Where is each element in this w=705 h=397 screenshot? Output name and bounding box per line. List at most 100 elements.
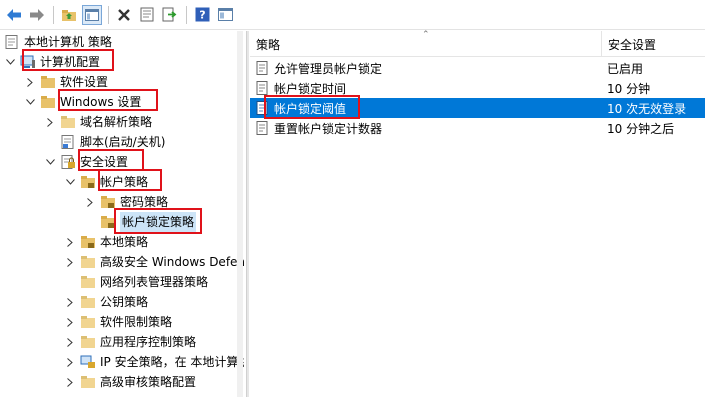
policy-name: 重置帐户锁定计数器	[274, 121, 383, 136]
folder-icon	[81, 316, 95, 328]
up-folder-icon[interactable]	[59, 5, 79, 25]
chevron-right-icon[interactable]	[64, 236, 76, 248]
list-row-lockout-threshold[interactable]: 帐户锁定阈值 10 次无效登录	[250, 98, 705, 118]
folder-icon	[41, 96, 55, 108]
folder-icon	[81, 256, 95, 268]
tree-item-scripts[interactable]: 脚本(启动/关机)	[60, 132, 165, 152]
export-icon[interactable]	[160, 5, 180, 25]
toolbar-separator	[186, 5, 187, 24]
console-tree: 本地计算机 策略 计算机配置 软件设置 Windows 设置 域名解析策略 脚本…	[0, 31, 244, 397]
tree-item-password-policy[interactable]: 密码策略	[84, 192, 168, 212]
policy-name: 允许管理员帐户锁定	[274, 61, 383, 76]
list-header: 策略 ⌃ 安全设置	[250, 30, 705, 57]
tree-label: 本地策略	[100, 235, 149, 249]
chevron-right-icon[interactable]	[64, 316, 76, 328]
column-header-setting[interactable]: 安全设置	[602, 31, 705, 57]
tree-item-security-settings[interactable]: 安全设置	[44, 152, 128, 172]
tree-item-local-policy[interactable]: 本地计算机 策略	[4, 32, 112, 52]
setting-value: 10 分钟	[607, 81, 651, 96]
tree-label: 网络列表管理器策略	[100, 275, 209, 289]
tree-label: 高级审核策略配置	[100, 375, 197, 389]
policy-setting-icon	[256, 121, 268, 135]
tree-item-account-policies[interactable]: 帐户策略	[64, 172, 148, 192]
folder-icon	[81, 296, 95, 308]
column-header-label: 策略	[256, 37, 281, 52]
tree-item-dns-policy[interactable]: 域名解析策略	[44, 112, 152, 132]
back-icon[interactable]	[4, 5, 24, 25]
setting-value: 已启用	[607, 61, 644, 76]
policy-setting-icon	[256, 61, 268, 75]
tree-item-computer-config[interactable]: 计算机配置	[4, 52, 100, 72]
security-settings-icon	[61, 155, 75, 169]
toolbar: ?	[0, 0, 705, 30]
folder-icon	[61, 116, 75, 128]
delete-icon[interactable]	[114, 5, 134, 25]
list-row-lockout-duration[interactable]: 帐户锁定时间 10 分钟	[250, 78, 705, 98]
chevron-right-icon[interactable]	[24, 76, 36, 88]
tree-item-local-policies[interactable]: 本地策略	[64, 232, 148, 252]
chevron-right-icon[interactable]	[84, 196, 96, 208]
tree-label: 计算机配置	[40, 55, 101, 69]
chevron-down-icon[interactable]	[24, 96, 36, 108]
policy-name: 帐户锁定阈值	[274, 101, 347, 116]
tree-label: 帐户锁定策略	[120, 212, 197, 232]
chevron-right-icon[interactable]	[64, 376, 76, 388]
locked-folder-icon	[101, 196, 115, 208]
chevron-right-icon[interactable]	[64, 256, 76, 268]
toolbar-separator	[108, 5, 109, 24]
mmc-icon[interactable]	[215, 5, 235, 25]
tree-item-advanced-audit[interactable]: 高级审核策略配置	[64, 372, 196, 392]
policy-document-icon	[5, 35, 18, 49]
policy-cell: 帐户锁定时间	[256, 80, 346, 97]
tree-scrollbar[interactable]	[237, 31, 243, 397]
tree-label: 域名解析策略	[80, 115, 153, 129]
chevron-down-icon[interactable]	[64, 176, 76, 188]
tree-label: 高级安全 Windows Defen	[100, 255, 244, 269]
pane-splitter[interactable]	[246, 31, 249, 397]
tree-item-public-key[interactable]: 公钥策略	[64, 292, 148, 312]
tree-item-software-settings[interactable]: 软件设置	[24, 72, 108, 92]
tree-label: Windows 设置	[60, 95, 142, 109]
locked-folder-icon	[81, 236, 95, 248]
policy-setting-icon	[256, 81, 268, 95]
policy-list: 策略 ⌃ 安全设置 允许管理员帐户锁定 已启用 帐户锁定时间 10 分钟 帐户锁…	[250, 30, 705, 397]
help-icon[interactable]: ?	[192, 5, 212, 25]
tree-label: 脚本(启动/关机)	[80, 135, 166, 149]
ip-security-icon	[80, 355, 95, 368]
chevron-right-icon[interactable]	[44, 116, 56, 128]
tree-label: 帐户策略	[100, 175, 149, 189]
tree-label: 公钥策略	[100, 295, 149, 309]
tree-label: 安全设置	[80, 155, 129, 169]
tree-label: 本地计算机 策略	[24, 35, 112, 49]
svg-text:?: ?	[199, 9, 205, 22]
sort-ascending-icon: ⌃	[422, 30, 430, 40]
toolbar-separator	[53, 5, 54, 24]
policy-cell: 重置帐户锁定计数器	[256, 120, 382, 137]
tree-item-account-lockout-policy[interactable]: 帐户锁定策略	[100, 212, 197, 232]
tree-item-app-control[interactable]: 应用程序控制策略	[64, 332, 196, 352]
tree-item-ip-security[interactable]: IP 安全策略，在 本地计算机	[64, 352, 244, 372]
tree-item-advanced-firewall[interactable]: 高级安全 Windows Defen	[64, 252, 244, 272]
column-header-label: 安全设置	[608, 37, 657, 52]
chevron-down-icon[interactable]	[44, 156, 56, 168]
tree-item-network-list[interactable]: 网络列表管理器策略	[80, 272, 208, 292]
policy-cell: 帐户锁定阈值	[256, 100, 346, 117]
show-tree-icon[interactable]	[82, 4, 102, 25]
locked-folder-icon	[101, 216, 115, 228]
tree-item-windows-settings[interactable]: Windows 设置	[24, 92, 141, 112]
list-row-reset-lockout-counter[interactable]: 重置帐户锁定计数器 10 分钟之后	[250, 118, 705, 138]
folder-icon	[81, 336, 95, 348]
list-row-allow-admin-lockout[interactable]: 允许管理员帐户锁定 已启用	[250, 58, 705, 78]
chevron-right-icon[interactable]	[64, 296, 76, 308]
folder-icon	[41, 76, 55, 88]
chevron-right-icon[interactable]	[64, 356, 76, 368]
setting-value: 10 分钟之后	[607, 121, 675, 136]
chevron-down-icon[interactable]	[4, 56, 16, 68]
tree-label: 应用程序控制策略	[100, 335, 197, 349]
script-icon	[61, 135, 74, 149]
policy-name: 帐户锁定时间	[274, 81, 347, 96]
forward-icon[interactable]	[27, 5, 47, 25]
chevron-right-icon[interactable]	[64, 336, 76, 348]
properties-icon[interactable]	[137, 5, 157, 25]
tree-item-software-restriction[interactable]: 软件限制策略	[64, 312, 172, 332]
